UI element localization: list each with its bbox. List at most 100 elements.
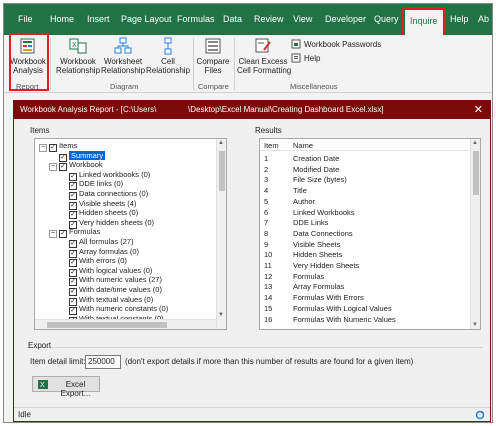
workbook-relationship-button[interactable]: X Workbook Relationship [56,37,100,75]
expand-collapse-icon[interactable]: − [39,144,47,152]
items-horizontal-scrollbar[interactable] [35,319,216,329]
result-row[interactable]: 9 Visible Sheets [260,240,460,249]
clean-excess-formatting-button[interactable]: Clean Excess Cell Formatting [237,37,292,75]
detail-limit-note: (don't export details if more than this … [125,357,414,366]
clean-formatting-label-2: Cell Formatting [237,66,292,75]
tree-item-label: Summary [69,150,106,160]
help-button[interactable]: Help [291,53,320,63]
result-item-number: 2 [264,164,269,174]
detail-limit-input[interactable]: 250000 [85,355,121,369]
result-row[interactable]: 4 Title [260,186,460,195]
tab-file[interactable]: File [18,4,33,35]
tree-item[interactable]: ✓ With errors (0) [59,256,127,268]
result-item-name: Author [293,196,316,206]
results-vertical-scrollbar[interactable]: ▲ ▼ [470,139,480,329]
tree-item[interactable]: ✓ Visible sheets (4) [59,198,137,210]
scroll-thumb[interactable] [473,151,479,195]
column-header-item[interactable]: Item [264,141,279,150]
column-header-name[interactable]: Name [293,141,313,150]
cell-relationship-icon [164,37,172,55]
tab-review[interactable]: Review [254,4,284,35]
result-row[interactable]: 5 Author [260,197,460,206]
result-row[interactable]: 16 Formulas With Numeric Values [260,315,460,324]
result-row[interactable]: 14 Formulas With Errors [260,293,460,302]
result-item-name: Modified Date [293,164,340,174]
worksheet-relationship-button[interactable]: Worksheet Relationship [101,37,145,75]
workbook-passwords-label: Workbook Passwords [304,40,382,49]
group-label-miscellaneous: Miscellaneous [290,82,338,91]
expand-collapse-icon[interactable]: − [49,230,57,239]
tree-item[interactable]: ✓ With date/time values (0) [59,285,162,296]
tab-inquire[interactable]: Inquire [402,7,446,38]
scroll-down-icon[interactable]: ▼ [218,312,224,318]
cell-relationship-button[interactable]: Cell Relationship [146,37,190,75]
workbook-relationship-icon: X [69,38,87,54]
tab-help[interactable]: Help [450,4,469,35]
result-row[interactable]: 8 Data Connections [260,229,460,238]
tree-item[interactable]: ✓ Data connections (0) [59,189,148,200]
tree-item[interactable]: ✓ Hidden sheets (0) [59,208,138,220]
result-item-name: Formulas With Numeric Values [293,314,396,324]
compare-files-label-1: Compare [196,57,230,66]
scroll-down-icon[interactable]: ▼ [472,322,478,328]
tree-item[interactable]: ✓ With numeric constants (0) [59,304,168,316]
result-row[interactable]: 12 Formulas [260,272,460,281]
excel-export-button[interactable]: X Excel Export... [32,376,100,398]
tab-add[interactable]: Ab [478,4,489,35]
tree-item[interactable]: − ✓ Workbook [49,160,103,172]
result-item-name: Formulas With Errors [293,293,364,303]
result-item-number: 16 [264,314,273,324]
compare-files-button[interactable]: Compare Files [196,37,230,75]
result-item-number: 1 [264,154,269,163]
items-vertical-scrollbar[interactable]: ▲ ▼ [216,139,226,329]
tree-item[interactable]: − ✓ Items [39,141,77,152]
worksheet-relationship-icon [114,37,132,54]
scroll-thumb[interactable] [219,151,225,191]
scroll-up-icon[interactable]: ▲ [472,140,478,146]
scroll-up-icon[interactable]: ▲ [218,140,224,146]
tree-item-label: Linked workbooks (0) [79,169,151,179]
result-row[interactable]: 3 File Size (bytes) [260,175,460,184]
refresh-icon[interactable] [475,410,485,420]
tab-page-layout[interactable]: Page Layout [121,4,172,35]
scroll-thumb[interactable] [47,322,167,328]
items-tree[interactable]: − ✓ Items ✓ Summary − ✓ Workbook ✓ Linked workboo… [34,138,227,330]
tree-item[interactable]: − ✓ Formulas [49,227,100,239]
tree-item[interactable]: ✓ With numeric values (27) [59,275,162,287]
result-row[interactable]: 1 Creation Date [260,154,460,163]
tab-query[interactable]: Query [374,4,399,35]
tab-insert[interactable]: Insert [87,4,110,35]
result-row[interactable]: 6 Linked Workbooks [260,208,460,217]
tree-item[interactable]: ✓ With logical values (0) [59,265,153,277]
tree-item[interactable]: ✓ Summary [49,150,106,162]
close-icon[interactable]: ✕ [474,103,483,116]
workbook-passwords-button[interactable]: Workbook Passwords [291,39,381,49]
results-header: Item Name [260,139,470,151]
tree-item[interactable]: ✓ DDE links (0) [59,179,123,191]
results-list[interactable]: Item Name 1 Creation Date 2 Modified Date 3 F… [259,138,481,330]
tree-item-label: With logical values (0) [79,265,153,275]
result-item-name: Formulas With Logical Values [293,303,392,313]
tab-home[interactable]: Home [50,4,74,35]
worksheet-relationship-label-1: Worksheet [103,57,143,66]
expand-collapse-icon[interactable]: − [49,163,57,172]
result-row[interactable]: 2 Modified Date [260,165,460,174]
result-row[interactable]: 15 Formulas With Logical Values [260,304,460,313]
result-row[interactable]: 10 Hidden Sheets [260,250,460,259]
tree-item-label: Visible sheets (4) [79,198,137,208]
tree-item[interactable]: ✓ With textual values (0) [59,295,153,306]
tree-item[interactable]: ✓ Very hidden sheets (0) [59,218,154,229]
result-row[interactable]: 11 Very Hidden Sheets [260,261,460,270]
tab-developer[interactable]: Developer [325,4,366,35]
result-row[interactable]: 7 DDE Links [260,218,460,227]
tab-formulas[interactable]: Formulas [177,4,215,35]
tab-view[interactable]: View [293,4,312,35]
group-label-diagram: Diagram [110,82,139,91]
tree-item[interactable]: ✓ All formulas (27) [59,237,134,248]
tree-item[interactable]: ✓ Linked workbooks (0) [59,169,151,181]
result-row[interactable]: 13 Array Formulas [260,282,460,291]
result-item-name: File Size (bytes) [293,175,347,185]
cell-relationship-label-1: Cell [161,57,175,66]
tree-item[interactable]: ✓ Array formulas (0) [59,247,139,258]
tab-data[interactable]: Data [223,4,242,35]
